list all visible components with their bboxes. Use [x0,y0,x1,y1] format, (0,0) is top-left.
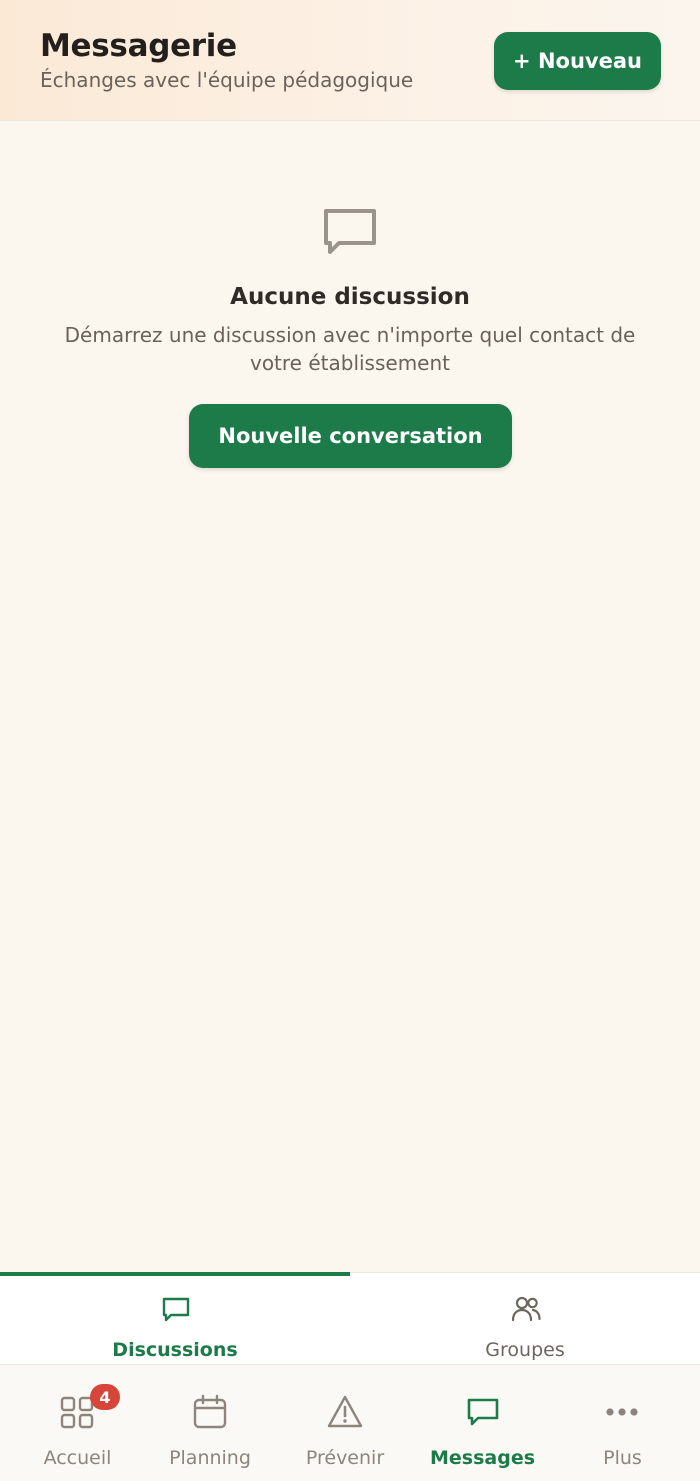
nav-item-planning[interactable]: Planning [145,1366,275,1481]
nav-label-messages: Messages [429,1447,536,1469]
page-title: Messagerie [40,28,237,64]
page-header: Messagerie Échanges avec l'équipe pédago… [0,0,700,121]
tab-discussions-label: Discussions [112,1339,238,1361]
notification-badge: 4 [90,1384,120,1410]
tab-discussions[interactable]: Discussions [0,1273,350,1366]
warning-icon [327,1395,363,1428]
new-message-button[interactable]: + Nouveau [494,32,661,90]
new-conversation-button[interactable]: Nouvelle conversation [189,404,512,468]
nav-label-plus: Plus [603,1447,642,1469]
chat-bubble-icon [467,1398,499,1426]
nav-label-planning: Planning [169,1447,251,1469]
page-subtitle: Échanges avec l'équipe pédagogique [40,68,414,92]
message-subtabs: Discussions Groupes [0,1272,700,1365]
nav-label-accueil: Accueil [43,1447,112,1469]
messaging-screen: Messagerie Échanges avec l'équipe pédago… [0,0,700,1481]
nav-item-plus[interactable]: Plus [555,1366,690,1481]
empty-state-text: Démarrez une discussion avec n'importe q… [64,323,636,375]
users-icon [511,1296,541,1322]
bottom-navigation: 4 Accueil Planning Prévenir Messages Plu… [0,1366,700,1481]
nav-item-messages[interactable]: Messages [415,1366,550,1481]
tab-groupes-label: Groupes [485,1339,565,1361]
empty-state-title: Aucune discussion [230,284,470,310]
nav-item-prevenir[interactable]: Prévenir [275,1366,415,1481]
chat-bubble-icon [324,209,376,254]
chat-bubble-icon [162,1297,190,1322]
nav-label-prevenir: Prévenir [305,1447,385,1469]
more-dots-icon [606,1408,638,1416]
tab-groupes[interactable]: Groupes [350,1273,700,1366]
nav-item-accueil[interactable]: 4 Accueil [10,1366,145,1481]
calendar-icon [193,1394,227,1429]
